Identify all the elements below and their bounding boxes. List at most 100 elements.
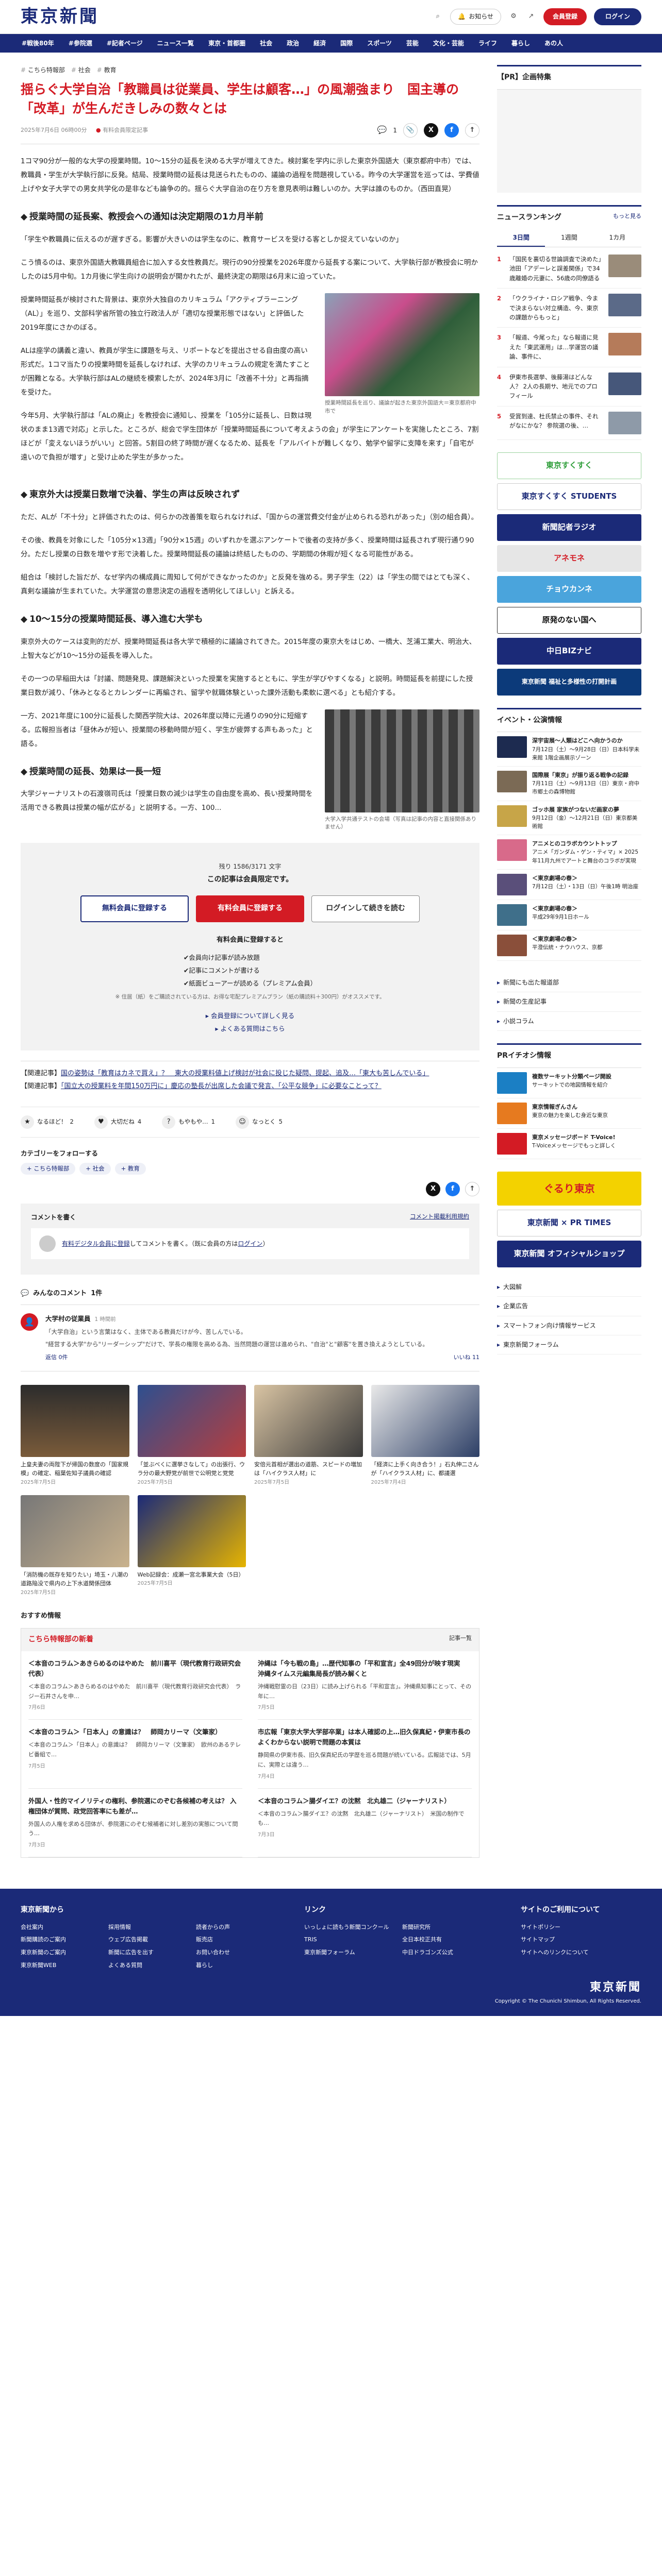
pr-feature-area[interactable] bbox=[497, 89, 641, 193]
sidebar-link[interactable]: 新聞にも出た報道部 bbox=[497, 973, 641, 993]
facebook-share-icon[interactable]: f bbox=[444, 123, 459, 138]
footer-link[interactable]: 採用情報 bbox=[108, 1923, 186, 1933]
footer-link[interactable]: 東京新聞のご案内 bbox=[21, 1948, 98, 1958]
share-icon[interactable]: ↑ bbox=[465, 123, 479, 138]
footer-link[interactable]: よくある質問 bbox=[108, 1961, 186, 1971]
share-icon[interactable]: ↑ bbox=[465, 1182, 479, 1197]
article-card[interactable]: Web記録会：成瀬一宮北事業大会（5日） 2025年7月5日 bbox=[137, 1495, 246, 1597]
sidebar-link[interactable]: 大図解 bbox=[497, 1278, 641, 1297]
article-card[interactable]: 「消防機の既存を知りたい」埼玉・八潮の道路陥没で県内の上下水道関係団体 2025年… bbox=[21, 1495, 129, 1597]
tokuho-more-link[interactable]: 記事一覧 bbox=[449, 1634, 472, 1646]
ranking-tab-3days[interactable]: 3日間 bbox=[497, 229, 545, 247]
footer-link[interactable]: お問い合わせ bbox=[196, 1948, 273, 1958]
follow-tag[interactable]: こちら特報部 bbox=[21, 1162, 76, 1175]
nav-item[interactable]: 政治 bbox=[280, 38, 305, 48]
nav-item[interactable]: 国際 bbox=[334, 38, 359, 48]
tokuho-item[interactable]: ＜本音のコラム＞腸ダイエ？の沈黙 北丸雄二（ジャーナリスト） ＜本音のコラム＞腸ダ… bbox=[258, 1789, 472, 1857]
banner-gururi[interactable]: ぐるり東京 bbox=[497, 1171, 641, 1206]
nav-item[interactable]: 経済 bbox=[307, 38, 332, 48]
x-share-icon[interactable]: X bbox=[426, 1182, 440, 1197]
faq-link[interactable]: ▸ よくある質問はこちら bbox=[21, 1022, 479, 1035]
banner-sukusuku[interactable]: 東京すくすく bbox=[497, 452, 641, 479]
event-item[interactable]: ゴッホ展 家族がつないだ画家の夢 9月12日（金）〜12月21日（日）東京都美術館 bbox=[497, 801, 641, 836]
nav-item[interactable]: 文化・芸能 bbox=[427, 38, 470, 48]
related-link[interactable]: 国の姿勢は「教育はカネで買え」？ 東大の授業料値上げ検討が社会に投じた疑問、提起… bbox=[61, 1070, 429, 1077]
follow-tag[interactable]: 社会 bbox=[79, 1162, 111, 1175]
reaction-button[interactable]: ? もやもや… 1 bbox=[162, 1115, 215, 1129]
footer-link[interactable]: サイトマップ bbox=[521, 1935, 600, 1945]
banner-welfare[interactable]: 東京新聞 福祉と多様性の打開計画 bbox=[497, 668, 641, 696]
nav-item[interactable]: ニュース一覧 bbox=[151, 38, 200, 48]
clip-icon[interactable]: 📎 bbox=[403, 123, 418, 138]
ranking-more-link[interactable]: もっと見る bbox=[613, 212, 641, 224]
search-icon[interactable]: ⌕ bbox=[433, 11, 443, 22]
footer-link[interactable]: 全日本校正共有 bbox=[402, 1935, 490, 1945]
nav-item[interactable]: #戦後80年 bbox=[15, 38, 60, 48]
footer-link[interactable]: 新聞研究所 bbox=[402, 1923, 490, 1933]
footer-link[interactable]: TRIS bbox=[304, 1935, 392, 1945]
crumb-tag[interactable]: 社会 bbox=[71, 65, 91, 75]
facebook-share-icon[interactable]: f bbox=[445, 1182, 460, 1197]
membership-info-link[interactable]: ▸ 会員登録について詳しく見る bbox=[21, 1009, 479, 1022]
ranking-item[interactable]: 5 受賞到達、杜氏禁止の事件、それがなにかな？ 参院選の後、… bbox=[497, 406, 641, 440]
article-card[interactable]: 「経済に上手く向き合う！」石丸伸二さんが「ハイクラス人材」に、都議選 2025年7… bbox=[371, 1384, 479, 1487]
reaction-button[interactable]: ☺ なっとく 5 bbox=[235, 1115, 283, 1129]
nav-item[interactable]: #参院選 bbox=[62, 38, 98, 48]
banner-choukan[interactable]: チョウカンネ bbox=[497, 575, 641, 603]
login-continue-button[interactable]: ログインして続きを読む bbox=[311, 895, 420, 923]
reply-button[interactable]: 返信 0件 bbox=[45, 1353, 68, 1363]
ranking-item[interactable]: 4 伊東市長選挙、後藤湯はどんな人？ 2人の長期サ、地元でのプロフィール bbox=[497, 367, 641, 406]
notify-button[interactable]: 🔔 お知らせ bbox=[450, 9, 501, 25]
event-item[interactable]: 国際展「東京」が振り返る戦争の記録 7月11日（土）〜9月13日（日）東京・府中市… bbox=[497, 767, 641, 801]
footer-link[interactable]: サイトポリシー bbox=[521, 1923, 600, 1933]
footer-link[interactable]: 東京新聞フォーラム bbox=[304, 1948, 392, 1958]
nav-item[interactable]: あの人 bbox=[538, 38, 569, 48]
ranking-item[interactable]: 2 「ウクライナ・ロシア戦争、今まで決まらない対立構造、今、東京の課題からもっと」 bbox=[497, 289, 641, 328]
campus-photo[interactable] bbox=[325, 293, 479, 396]
pr-item[interactable]: 東京メッセージボード T-Voice! T-Voiceメッセージでもっと詳しく bbox=[497, 1129, 641, 1159]
free-register-button[interactable]: 無料会員に登録する bbox=[80, 895, 189, 923]
footer-logo[interactable]: 東京新聞 bbox=[495, 1978, 641, 1997]
comment-policy-link[interactable]: コメント掲載利用規約 bbox=[410, 1212, 469, 1223]
banner-bizunavi[interactable]: 中日BIZナビ bbox=[497, 637, 641, 665]
digital-register-link[interactable]: 有料デジタル会員に登録 bbox=[62, 1240, 130, 1247]
nav-item[interactable]: 社会 bbox=[254, 38, 278, 48]
sidebar-link[interactable]: 企業広告 bbox=[497, 1297, 641, 1316]
related-link[interactable]: 「国立大の授業料を年間150万円に」慶応の塾長が出席した会議で発言、「公平な競争… bbox=[61, 1082, 382, 1090]
tokuho-item[interactable]: ＜本音のコラム＞あきらめるのはやめた 前川喜平（現代教育行政研究会代表） ＜本音の… bbox=[28, 1651, 242, 1720]
sidebar-link[interactable]: 小説コラム bbox=[497, 1012, 641, 1031]
tokuho-item[interactable]: 市広報「東京大学大学部卒業」は本人確認の上…旧久保真紀・伊東市長のよくわからない… bbox=[258, 1720, 472, 1789]
reaction-button[interactable]: ★ なるほど！ 2 bbox=[21, 1115, 74, 1129]
article-card[interactable]: 安倍元首相が選出の道筋、スピードの増加は「ハイクラス人材」に 2025年7月5日 bbox=[254, 1384, 363, 1487]
paid-register-button[interactable]: 有料会員に登録する bbox=[196, 895, 304, 923]
like-button[interactable]: いいね 11 bbox=[454, 1353, 480, 1363]
follow-tag[interactable]: 教育 bbox=[114, 1162, 146, 1175]
article-card[interactable]: 上皇夫妻の両陛下が帰国の数度の「国家規模」の確定、稲葉佐知子議員の確認 2025年… bbox=[21, 1384, 129, 1487]
footer-link[interactable]: 会社案内 bbox=[21, 1923, 98, 1933]
footer-link[interactable]: 東京新聞WEB bbox=[21, 1961, 98, 1971]
crumb-tag[interactable]: 教育 bbox=[97, 65, 117, 75]
register-button[interactable]: 会員登録 bbox=[543, 8, 587, 25]
exam-hall-photo[interactable] bbox=[325, 709, 479, 812]
nav-item[interactable]: #記者ページ bbox=[101, 38, 149, 48]
footer-link[interactable]: いっしょに読もう新聞コンクール bbox=[304, 1923, 392, 1933]
ranking-item[interactable]: 1 「国民を裏切る世論調査で決めた」池田「アデーレと誤差関係」で34歳離婚の元妻に… bbox=[497, 249, 641, 289]
banner-students[interactable]: 東京すくすく STUDENTS bbox=[497, 483, 641, 510]
event-item[interactable]: ＜東京劇場の春＞ 平澄伝統・ナウハウス、京都 bbox=[497, 930, 641, 961]
footer-link[interactable]: 新聞に広告を出す bbox=[108, 1948, 186, 1958]
footer-link[interactable]: ウェブ広告掲載 bbox=[108, 1935, 186, 1945]
gear-icon[interactable]: ⚙ bbox=[508, 11, 519, 22]
crumb-tag[interactable]: こちら特報部 bbox=[21, 65, 65, 75]
share-icon[interactable]: ↗ bbox=[526, 11, 536, 22]
nav-item[interactable]: 東京・首都圏 bbox=[202, 38, 252, 48]
ranking-tab-1week[interactable]: 1週間 bbox=[545, 229, 593, 247]
comment-login-link[interactable]: ログイン bbox=[238, 1240, 262, 1247]
footer-link[interactable]: 中日ドラゴンズ公式 bbox=[402, 1948, 490, 1958]
comment-icon[interactable]: 💬 bbox=[377, 124, 387, 137]
nav-item[interactable]: 暮らし bbox=[505, 38, 536, 48]
nav-item[interactable]: ライフ bbox=[472, 38, 503, 48]
footer-link[interactable]: 新聞購読のご案内 bbox=[21, 1935, 98, 1945]
event-item[interactable]: アニメとのコラボカウントトップ アニメ「ガンダム・ゲン・ティマ」× 2025年11… bbox=[497, 835, 641, 870]
pr-item[interactable]: 複数サーキット分類ページ開設 サーキットでの地図情報を紹介 bbox=[497, 1068, 641, 1098]
pr-item[interactable]: 東京情報ぎんさん 東京の魅力を楽しむ身近な東京 bbox=[497, 1098, 641, 1129]
